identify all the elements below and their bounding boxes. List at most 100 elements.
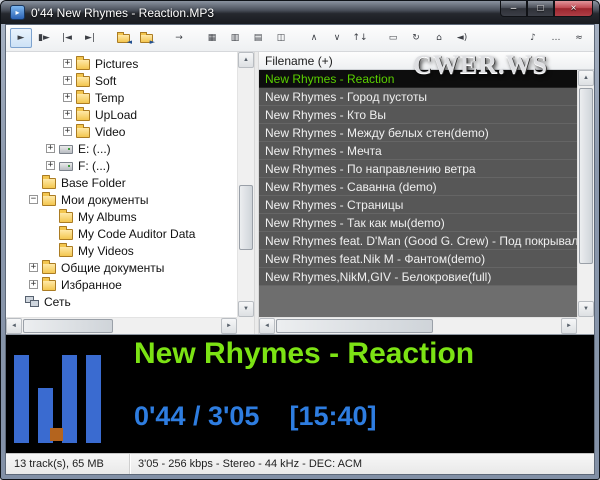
expand-icon[interactable]: + [63, 127, 72, 136]
tree-horizontal-scrollbar[interactable]: ◄ ► [6, 317, 237, 334]
file-row[interactable]: New Rhymes,NikM,GIV - Белокровие(full) [259, 268, 577, 286]
tree-item[interactable]: Base Folder [6, 174, 237, 191]
tree-item[interactable]: +Soft [6, 72, 237, 89]
minimize-button[interactable]: – [500, 1, 527, 17]
expand-icon[interactable]: + [46, 144, 55, 153]
folder-icon [76, 110, 90, 121]
mute-button[interactable]: ◄) [451, 28, 473, 48]
tree-hscroll-thumb[interactable] [23, 319, 113, 333]
home-folder-button[interactable]: ⌂ [428, 28, 450, 48]
tree-item[interactable]: +E: (...) [6, 140, 237, 157]
titlebar[interactable]: ▸ 0'44 New Rhymes - Reaction.MP3 – □ × [1, 1, 599, 24]
list-scroll-left-button[interactable]: ◄ [259, 318, 275, 334]
file-row[interactable]: New Rhymes - Так как мы(demo) [259, 214, 577, 232]
list-scroll-down-button[interactable]: ▼ [578, 301, 594, 317]
tree-item[interactable]: Сеть [6, 293, 237, 310]
tree-item[interactable]: My Videos [6, 242, 237, 259]
continue-play-button[interactable]: → [168, 28, 190, 48]
sort-button[interactable]: ↑↓ [349, 28, 371, 48]
tree-item[interactable]: +Video [6, 123, 237, 140]
minimize-display-button[interactable]: ▭ [382, 28, 404, 48]
tree-item[interactable]: +Temp [6, 89, 237, 106]
play-button[interactable]: ► [10, 28, 32, 48]
expand-icon[interactable]: + [63, 76, 72, 85]
scroll-up-button[interactable]: ∧ [303, 28, 325, 48]
window-title: 0'44 New Rhymes - Reaction.MP3 [31, 6, 492, 20]
drive-icon [59, 145, 73, 154]
expand-icon[interactable]: + [29, 263, 38, 272]
track-list-button[interactable]: ♪ [522, 28, 544, 48]
playlist-window-button[interactable]: ▥ [224, 28, 246, 48]
expand-icon[interactable]: + [46, 161, 55, 170]
expand-icon[interactable]: + [63, 110, 72, 119]
list-scroll-up-button[interactable]: ▲ [578, 70, 594, 86]
tree-scroll-right-button[interactable]: ► [221, 318, 237, 334]
list-scroll-track[interactable] [578, 86, 594, 301]
file-row[interactable]: New Rhymes - Город пустоты [259, 88, 577, 106]
format-info: 3'05 - 256 kbps - Stereo - 44 kHz - DEC:… [130, 454, 594, 474]
tree-item[interactable]: +Pictures [6, 55, 237, 72]
folder-icon [42, 178, 56, 189]
file-row[interactable]: New Rhymes - Страницы [259, 196, 577, 214]
file-row[interactable]: New Rhymes - Саванна (demo) [259, 178, 577, 196]
folder-icon [76, 93, 90, 104]
file-row[interactable]: New Rhymes feat.Nik M - Фантом(demo) [259, 250, 577, 268]
file-info-button[interactable]: ▤ [247, 28, 269, 48]
down-arrow-icon: ▼ [243, 306, 249, 312]
tree-item[interactable]: −Мои документы [6, 191, 237, 208]
tree-item-label: My Code Auditor Data [78, 227, 195, 241]
spectrum-bar [62, 355, 77, 443]
filename-column-header[interactable]: Filename (+) [259, 52, 594, 70]
tree-item[interactable]: +Общие документы [6, 259, 237, 276]
tree-item-label: UpLoad [95, 108, 137, 122]
tree-vertical-scrollbar[interactable]: ▲ ▼ [237, 52, 254, 317]
expand-icon[interactable]: + [63, 93, 72, 102]
tree-item[interactable]: My Albums [6, 208, 237, 225]
previous-track-button[interactable]: |◄ [56, 28, 78, 48]
file-row[interactable]: New Rhymes - Мечта [259, 142, 577, 160]
play-icon: ▸ [15, 9, 19, 17]
tree-item-label: Base Folder [61, 176, 126, 190]
tree-item[interactable]: + UpLoad [6, 106, 237, 123]
file-row[interactable]: New Rhymes - Кто Вы [259, 106, 577, 124]
list-hscroll-thumb[interactable] [276, 319, 433, 333]
close-button[interactable]: × [554, 1, 593, 17]
converter-button[interactable]: ▦ [201, 28, 223, 48]
scroll-down-button[interactable]: ∨ [326, 28, 348, 48]
list-horizontal-scrollbar[interactable]: ◄ ► [259, 317, 577, 334]
up-arrow-icon: ▲ [583, 75, 589, 81]
tree-item[interactable]: My Code Auditor Data [6, 225, 237, 242]
file-row[interactable]: New Rhymes - По направлению ветра [259, 160, 577, 178]
list-vertical-scrollbar[interactable]: ▲ ▼ [577, 70, 594, 317]
time-display: 0'44 / 3'05 [15:40] [134, 401, 377, 432]
folder-icon [59, 229, 73, 240]
tree-hscroll-track[interactable] [22, 318, 221, 334]
tree-item[interactable]: +Избранное [6, 276, 237, 293]
list-scroll-thumb[interactable] [579, 88, 593, 264]
expand-icon[interactable]: + [63, 59, 72, 68]
pause-button[interactable]: ▮► [33, 28, 55, 48]
options-button[interactable]: … [545, 28, 567, 48]
next-folder-button[interactable]: ► [135, 28, 157, 48]
expand-icon[interactable]: + [29, 280, 38, 289]
previous-folder-button[interactable]: ◄ [112, 28, 134, 48]
maximize-button[interactable]: □ [527, 1, 554, 17]
tree-scroll-up-button[interactable]: ▲ [238, 52, 254, 68]
tree-scroll-thumb[interactable] [239, 185, 253, 250]
tree-item[interactable]: +F: (...) [6, 157, 237, 174]
track-title-display: New Rhymes - Reaction [134, 337, 474, 371]
position-marker [50, 428, 63, 441]
file-row[interactable]: New Rhymes - Между белых стен(demo) [259, 124, 577, 142]
next-track-button[interactable]: ►| [79, 28, 101, 48]
tree-scroll-track[interactable] [238, 68, 254, 301]
list-scroll-right-button[interactable]: ► [561, 318, 577, 334]
file-row[interactable]: New Rhymes feat. D'Man (Good G. Crew) - … [259, 232, 577, 250]
audio-wave-button[interactable]: ≈ [568, 28, 590, 48]
tree-scroll-left-button[interactable]: ◄ [6, 318, 22, 334]
file-row[interactable]: New Rhymes - Reaction [259, 70, 577, 88]
collapse-icon[interactable]: − [29, 195, 38, 204]
tree-scroll-down-button[interactable]: ▼ [238, 301, 254, 317]
dual-pane-button[interactable]: ◫ [270, 28, 292, 48]
refresh-button[interactable]: ↻ [405, 28, 427, 48]
list-hscroll-track[interactable] [275, 318, 561, 334]
